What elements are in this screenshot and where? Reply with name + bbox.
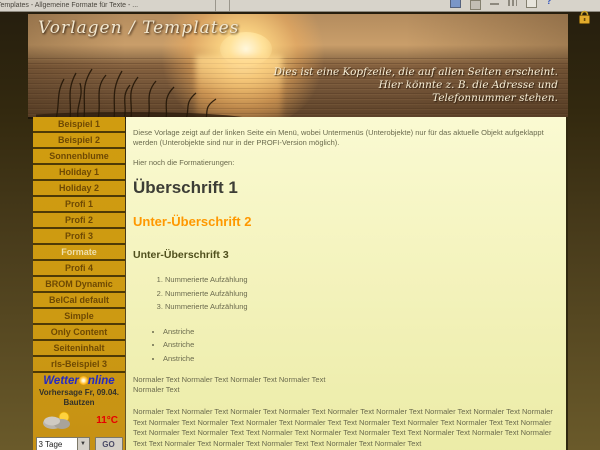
- sidebar-menu-item[interactable]: Only Content: [33, 325, 125, 341]
- sidebar-item-label: Holiday 2: [59, 183, 99, 193]
- weather-forecast-label: Vorhersage Fr, 09.04.: [33, 388, 125, 398]
- sidebar-menu-item[interactable]: Holiday 2: [33, 181, 125, 197]
- sidebar-item-label: BROM Dynamic: [45, 279, 113, 289]
- sidebar-menu-item[interactable]: Formate: [33, 245, 125, 261]
- sidebar-item-label: rls-Beispiel 3: [51, 359, 107, 369]
- chevron-down-icon[interactable]: ▼: [77, 438, 89, 450]
- sidebar-menu-item[interactable]: Simple: [33, 309, 125, 325]
- browser-toolbar-button[interactable]: [216, 0, 230, 11]
- document-icon[interactable]: [450, 0, 461, 8]
- normal-text-line: Normaler Text Normaler Text Normaler Tex…: [133, 375, 563, 385]
- sidebar-item-label: BelCal default: [49, 295, 109, 305]
- sidebar-item-label: Beispiel 2: [58, 135, 100, 145]
- heading-1: Überschrift 1: [133, 179, 566, 197]
- sidebar-item-label: Profi 2: [65, 215, 93, 225]
- sidebar-menu-item[interactable]: Beispiel 1: [33, 117, 125, 133]
- sidebar-menu-item[interactable]: Beispiel 2: [33, 133, 125, 149]
- bullet-list-item: Anstriche: [163, 352, 566, 366]
- tagline-line: Hier könnte z. B. die Adresse und: [274, 79, 558, 92]
- screenshot-root: Templates - Allgemeine Formate für Texte…: [0, 0, 600, 450]
- sidebar-item-label: Sonnenblume: [49, 151, 109, 161]
- sidebar-menu-item[interactable]: Sonnenblume: [33, 149, 125, 165]
- page-icon[interactable]: [526, 0, 537, 8]
- sidebar-menu-item[interactable]: rls-Beispiel 3: [33, 357, 125, 373]
- sidebar-menu-item[interactable]: Profi 3: [33, 229, 125, 245]
- temperature-value: 11°C: [96, 415, 118, 426]
- browser-toolbar-icons: ?: [450, 0, 552, 10]
- sidebar-menu-item[interactable]: Profi 2: [33, 213, 125, 229]
- sidebar-menu-item[interactable]: Profi 1: [33, 197, 125, 213]
- sidebar-item-label: Profi 4: [65, 263, 93, 273]
- sidebar-item-label: Formate: [61, 247, 97, 257]
- wetteronline-logo[interactable]: Wetternline: [33, 375, 125, 388]
- sun-logo-icon: [79, 376, 88, 385]
- sidebar-item-label: Only Content: [51, 327, 108, 337]
- site-title: Vorlagen / Templates: [38, 18, 239, 38]
- lock-icon: [577, 10, 592, 24]
- sidebar-item-label: Beispiel 1: [58, 119, 100, 129]
- sidebar-item-label: Seiteninhalt: [53, 343, 104, 353]
- page-header: Vorlagen / Templates Dies ist eine Kopfz…: [28, 14, 568, 119]
- sidebar-menu-item[interactable]: BROM Dynamic: [33, 277, 125, 293]
- weather-widget: Wetternline Vorhersage Fr, 09.04. Bautze…: [33, 375, 125, 450]
- sidebar-menu-item[interactable]: Holiday 1: [33, 165, 125, 181]
- sidebar-menu: Beispiel 1 Beispiel 2 Sonnenblume Holida…: [33, 117, 125, 373]
- help-icon[interactable]: ?: [546, 0, 552, 7]
- tagline-line: Dies ist eine Kopfzeile, die auf allen S…: [274, 66, 558, 79]
- sidebar-menu-item[interactable]: BelCal default: [33, 293, 125, 309]
- heading-2: Unter-Überschrift 2: [133, 215, 566, 229]
- normal-text-paragraph: Normaler Text Normaler Text Normaler Tex…: [133, 407, 563, 449]
- bullet-list-item: Anstriche: [163, 325, 566, 339]
- cloud-sun-icon: [40, 411, 74, 430]
- go-button[interactable]: GO: [95, 437, 123, 450]
- forecast-range-value: 3 Tage: [37, 438, 77, 450]
- numbered-list: Nummerierte AufzählungNummerierte Aufzäh…: [133, 273, 566, 314]
- numbered-list-item: Nummerierte Aufzählung: [165, 273, 566, 287]
- normal-text-line: Normaler Text: [133, 385, 563, 395]
- weather-city: Bautzen: [33, 398, 125, 408]
- list-icon[interactable]: [508, 0, 517, 6]
- sidebar-item-label: Holiday 1: [59, 167, 99, 177]
- browser-tab-title: Templates - Allgemeine Formate für Texte…: [0, 2, 138, 9]
- numbered-list-item: Nummerierte Aufzählung: [165, 287, 566, 301]
- bullet-list: AnstricheAnstricheAnstriche: [133, 325, 566, 366]
- forecast-range-select[interactable]: 3 Tage ▼: [36, 437, 90, 450]
- sidebar-item-label: Profi 3: [65, 231, 93, 241]
- browser-tab[interactable]: Templates - Allgemeine Formate für Texte…: [0, 0, 216, 11]
- print-icon[interactable]: [470, 0, 481, 10]
- sidebar-menu-item[interactable]: Seiteninhalt: [33, 341, 125, 357]
- browser-titlebar: Templates - Allgemeine Formate für Texte…: [0, 0, 600, 12]
- sidebar-menu-item[interactable]: Profi 4: [33, 261, 125, 277]
- intro-paragraph: Diese Vorlage zeigt auf der linken Seite…: [133, 128, 563, 148]
- dune-grass-icon: [36, 63, 261, 119]
- heading-3: Unter-Überschrift 3: [133, 249, 566, 261]
- bullet-list-item: Anstriche: [163, 338, 566, 352]
- sidebar: Beispiel 1 Beispiel 2 Sonnenblume Holida…: [33, 117, 125, 450]
- main-content: Diese Vorlage zeigt auf der linken Seite…: [126, 117, 568, 450]
- sidebar-item-label: Profi 1: [65, 199, 93, 209]
- tagline-line: Telefonnummer stehen.: [274, 92, 558, 105]
- numbered-list-item: Nummerierte Aufzählung: [165, 300, 566, 314]
- minimize-icon[interactable]: [490, 0, 499, 5]
- formats-intro-line: Hier noch die Formatierungen:: [133, 158, 563, 168]
- sidebar-item-label: Simple: [64, 311, 94, 321]
- header-tagline: Dies ist eine Kopfzeile, die auf allen S…: [274, 66, 558, 105]
